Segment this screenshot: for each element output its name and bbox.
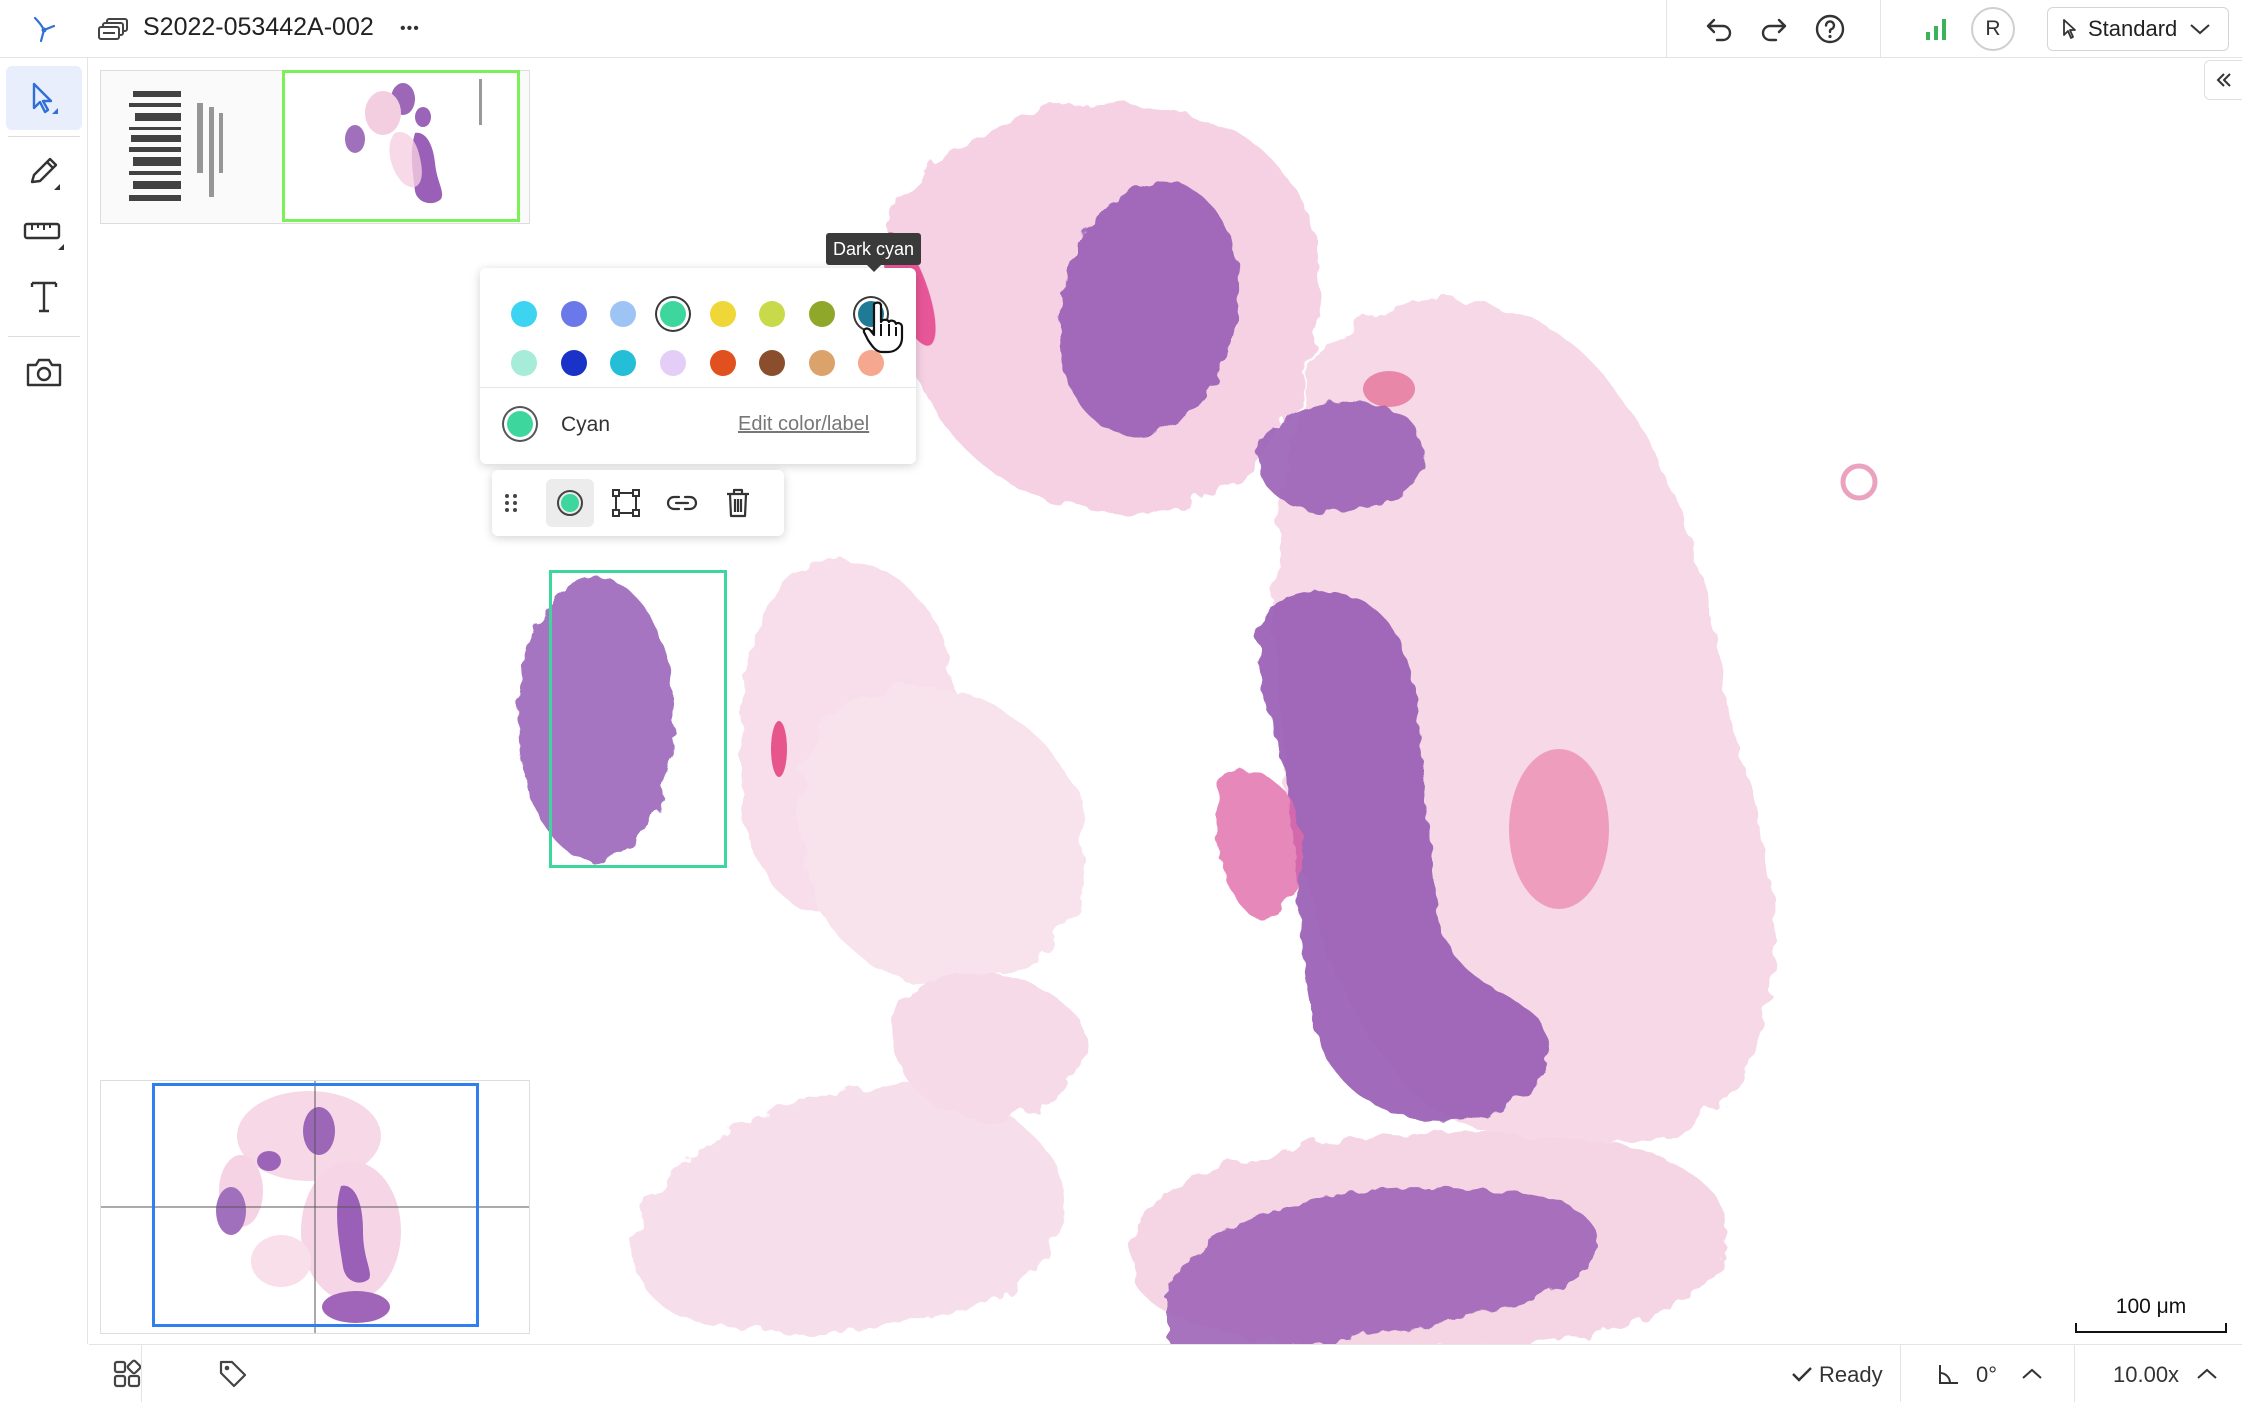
chevron-up-icon[interactable]: [2187, 1354, 2227, 1394]
top-bar: S2022-053442A-002 ••• R Standard: [0, 0, 2242, 58]
divider: [1880, 0, 1881, 58]
color-swatch[interactable]: [610, 350, 636, 376]
reshape-button[interactable]: [602, 479, 650, 527]
measure-tool-button[interactable]: [6, 202, 82, 266]
color-swatch[interactable]: [710, 301, 736, 327]
color-swatch[interactable]: [710, 350, 736, 376]
slide-viewer-app: S2022-053442A-002 ••• R Standard 100 μm …: [0, 0, 2242, 1402]
color-swatch[interactable]: [561, 301, 587, 327]
slide-label-panel: [100, 70, 530, 224]
divider: [141, 1345, 142, 1402]
signal-strength-icon[interactable]: [1916, 9, 1956, 49]
overview-viewport-box[interactable]: [152, 1083, 479, 1327]
scale-bar-label: 100 μm: [2115, 1295, 2187, 1318]
collapse-panel-button[interactable]: [2204, 60, 2242, 100]
color-swatch[interactable]: [809, 350, 835, 376]
slide-thumbnail[interactable]: [282, 70, 520, 222]
annotation-toolbar: [492, 470, 784, 536]
color-swatch[interactable]: [511, 301, 537, 327]
color-circle-icon: [557, 490, 583, 516]
rotation-value[interactable]: 0°: [1976, 1362, 1997, 1388]
mode-label: Standard: [2088, 16, 2178, 41]
tag-icon[interactable]: [213, 1354, 253, 1394]
divider: [1666, 0, 1667, 58]
scale-bar-line: [2075, 1323, 2227, 1333]
text-tool-icon: [30, 281, 58, 313]
overview-map[interactable]: [100, 1080, 530, 1334]
color-swatch[interactable]: [759, 350, 785, 376]
color-picker-popover: Cyan Edit color/label: [480, 268, 916, 464]
color-swatch[interactable]: [511, 350, 537, 376]
checkmark-icon: [1782, 1354, 1822, 1394]
left-toolbar: [0, 58, 88, 1344]
slide-title: S2022-053442A-002: [143, 13, 374, 41]
camera-icon: [26, 358, 62, 387]
interaction-mode-dropdown[interactable]: Standard: [2047, 7, 2229, 51]
color-swatch[interactable]: [759, 301, 785, 327]
app-logo-icon[interactable]: [24, 9, 64, 49]
annotation-color-button[interactable]: [546, 479, 594, 527]
pencil-icon: [30, 157, 60, 190]
draw-tool-button[interactable]: [6, 140, 82, 204]
slide-label-barcode: [129, 91, 223, 201]
slides-stack-icon[interactable]: [94, 9, 134, 49]
delete-annotation-button[interactable]: [714, 479, 762, 527]
status-text: Ready: [1819, 1362, 1883, 1387]
divider: [480, 387, 916, 388]
rectangle-annotation[interactable]: [549, 570, 727, 868]
chevron-up-icon[interactable]: [2012, 1354, 2052, 1394]
bottom-bar: Ready 0° 10.00x: [89, 1344, 2242, 1402]
hand-pointer-cursor-icon: [862, 301, 904, 354]
thumbnail-image: [345, 79, 482, 204]
color-swatch[interactable]: [660, 301, 686, 327]
link-button[interactable]: [658, 479, 706, 527]
ruler-icon: [23, 222, 64, 250]
more-options-button[interactable]: •••: [400, 20, 420, 38]
bounding-box-icon: [612, 489, 640, 517]
select-arrow-icon: [32, 82, 58, 114]
chevron-down-icon: [2190, 24, 2210, 35]
scale-bar: 100 μm: [2075, 1295, 2227, 1335]
current-color-dot: [507, 411, 533, 437]
divider: [8, 136, 80, 137]
divider: [2074, 1345, 2075, 1402]
color-swatch[interactable]: [660, 350, 686, 376]
double-chevron-left-icon: [2216, 73, 2231, 87]
help-icon[interactable]: [1810, 9, 1850, 49]
pointer-icon: [2063, 19, 2076, 39]
divider: [8, 336, 80, 337]
trash-icon: [727, 488, 749, 518]
zoom-level[interactable]: 10.00x: [2113, 1362, 2179, 1388]
edit-color-label-link[interactable]: Edit color/label: [738, 413, 869, 436]
current-color-name: Cyan: [561, 413, 611, 436]
link-icon: [666, 495, 698, 511]
color-swatch[interactable]: [809, 301, 835, 327]
divider: [1900, 1345, 1901, 1402]
user-avatar[interactable]: R: [1971, 7, 2015, 51]
color-swatch[interactable]: [561, 350, 587, 376]
swatch-tooltip: Dark cyan: [826, 233, 922, 272]
snapshot-button[interactable]: [6, 340, 82, 404]
redo-icon[interactable]: [1754, 9, 1794, 49]
drag-handle-icon[interactable]: [496, 479, 526, 527]
select-tool-button[interactable]: [6, 66, 82, 130]
undo-icon[interactable]: [1699, 9, 1739, 49]
rotation-angle-icon: [1929, 1354, 1969, 1394]
color-swatch[interactable]: [610, 301, 636, 327]
text-tool-button[interactable]: [6, 264, 82, 328]
